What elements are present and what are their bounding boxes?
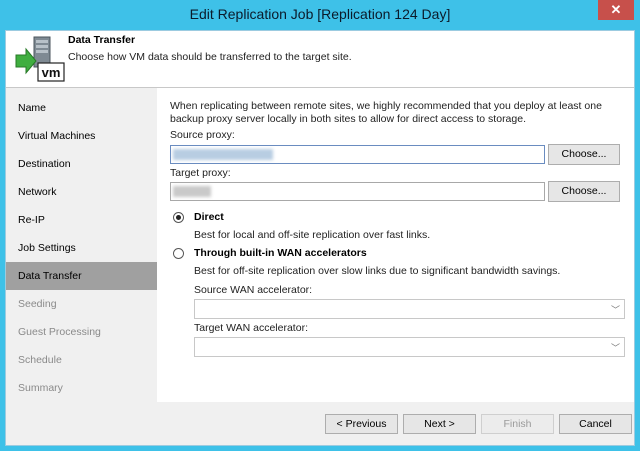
wizard-header: vm Data Transfer Choose how VM data shou…: [6, 31, 634, 88]
window-title: Edit Replication Job [Replication 124 Da…: [189, 6, 451, 22]
source-proxy-choose-button[interactable]: Choose...: [548, 144, 620, 165]
close-button[interactable]: ✕: [598, 0, 634, 20]
sidebar-item-destination[interactable]: Destination: [6, 150, 157, 178]
target-wan-accelerator-select[interactable]: ﹀: [194, 337, 625, 357]
target-proxy-field[interactable]: [170, 182, 545, 201]
wizard-window: vm Data Transfer Choose how VM data shou…: [5, 30, 635, 446]
sidebar-item-virtual-machines[interactable]: Virtual Machines: [6, 122, 157, 150]
cancel-button[interactable]: Cancel: [559, 414, 632, 434]
sidebar-item-re-ip[interactable]: Re-IP: [6, 206, 157, 234]
vm-icon-text: vm: [42, 65, 61, 80]
sidebar-item-schedule: Schedule: [18, 354, 62, 366]
sidebar-item-seeding: Seeding: [18, 298, 57, 310]
title-bar: Edit Replication Job [Replication 124 Da…: [0, 0, 640, 30]
wizard-steps-sidebar: Name Virtual Machines Destination Networ…: [6, 88, 157, 445]
next-button[interactable]: Next >: [403, 414, 476, 434]
chevron-down-icon: ﹀: [610, 305, 620, 315]
source-proxy-field[interactable]: [170, 145, 545, 164]
sidebar-item-guest-processing: Guest Processing: [18, 326, 101, 338]
target-proxy-label: Target proxy:: [170, 167, 231, 179]
previous-button[interactable]: < Previous: [325, 414, 398, 434]
sidebar-item-name[interactable]: Name: [6, 94, 157, 122]
wizard-footer: < Previous Next > Finish Cancel: [157, 402, 634, 445]
source-wan-accelerator-select[interactable]: ﹀: [194, 299, 625, 319]
direct-radio-label[interactable]: Direct: [194, 211, 224, 223]
page-description: Choose how VM data should be transferred…: [68, 51, 352, 63]
source-proxy-redacted-value: [173, 149, 273, 160]
target-proxy-choose-button[interactable]: Choose...: [548, 181, 620, 202]
source-wan-accelerator-label: Source WAN accelerator:: [194, 284, 313, 296]
sidebar-item-job-settings[interactable]: Job Settings: [6, 234, 157, 262]
target-proxy-redacted-value: [173, 186, 211, 197]
page-title: Data Transfer: [68, 34, 136, 46]
wan-accelerator-radio-label[interactable]: Through built-in WAN accelerators: [194, 247, 367, 259]
sidebar-item-network[interactable]: Network: [6, 178, 157, 206]
vm-transfer-icon: vm: [15, 36, 65, 82]
sidebar-item-summary: Summary: [18, 382, 63, 394]
source-proxy-label: Source proxy:: [170, 129, 235, 141]
target-wan-accelerator-label: Target WAN accelerator:: [194, 322, 308, 334]
direct-radio[interactable]: [173, 212, 184, 223]
sidebar-item-data-transfer[interactable]: Data Transfer: [6, 262, 157, 290]
finish-button: Finish: [481, 414, 554, 434]
chevron-down-icon: ﹀: [610, 343, 620, 353]
data-transfer-panel: When replicating between remote sites, w…: [157, 88, 634, 402]
direct-description: Best for local and off-site replication …: [194, 229, 431, 241]
wan-accelerator-description: Best for off-site replication over slow …: [194, 265, 561, 277]
wan-accelerator-radio[interactable]: [173, 248, 184, 259]
info-text: When replicating between remote sites, w…: [170, 100, 602, 125]
